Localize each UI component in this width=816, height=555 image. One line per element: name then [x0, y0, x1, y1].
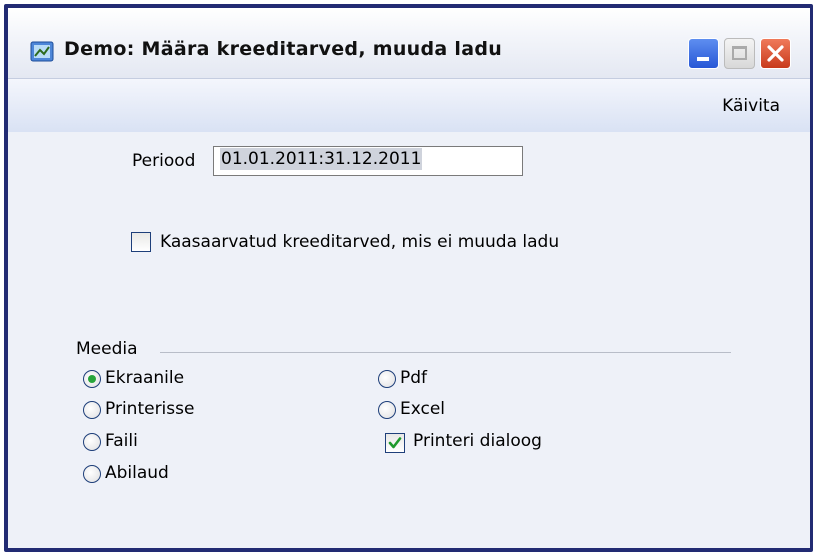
radio-printerisse-label[interactable]: Printerisse: [105, 399, 194, 419]
period-value: 01.01.2011:31.12.2011: [220, 148, 423, 170]
radio-ekraanile-label[interactable]: Ekraanile: [105, 368, 184, 388]
media-divider: [160, 352, 731, 353]
include-credit-label[interactable]: Kaasaarvatud kreeditarved, mis ei muuda …: [160, 232, 559, 252]
run-button[interactable]: Käivita: [722, 96, 780, 116]
close-button[interactable]: [760, 38, 791, 69]
radio-printerisse[interactable]: [83, 401, 101, 419]
minimize-icon: [697, 57, 709, 61]
close-icon: [767, 45, 784, 62]
period-input[interactable]: 01.01.2011:31.12.2011: [213, 146, 523, 176]
radio-abilaud[interactable]: [83, 465, 101, 483]
printer-dialog-label[interactable]: Printeri dialoog: [413, 431, 542, 451]
app-icon: [30, 41, 54, 62]
radio-pdf[interactable]: [378, 370, 396, 388]
radio-faili[interactable]: [83, 433, 101, 451]
checkmark-icon: [388, 437, 402, 449]
radio-abilaud-label[interactable]: Abilaud: [105, 463, 169, 483]
title-bar[interactable]: Demo: Määra kreeditarved, muuda ladu: [8, 8, 810, 78]
maximize-icon: [732, 46, 747, 60]
include-credit-checkbox[interactable]: [131, 232, 151, 252]
command-bar: Käivita: [8, 78, 810, 133]
window-title: Demo: Määra kreeditarved, muuda ladu: [64, 38, 503, 60]
radio-excel-label[interactable]: Excel: [400, 399, 445, 419]
form-content: Periood 01.01.2011:31.12.2011 Kaasaarvat…: [8, 132, 810, 548]
dialog-window: Demo: Määra kreeditarved, muuda ladu Käi…: [0, 0, 816, 555]
media-legend: Meedia: [76, 339, 138, 359]
printer-dialog-checkbox[interactable]: [385, 433, 405, 453]
radio-pdf-label[interactable]: Pdf: [400, 368, 427, 388]
minimize-button[interactable]: [688, 38, 719, 69]
radio-ekraanile[interactable]: [83, 370, 101, 388]
radio-excel[interactable]: [378, 401, 396, 419]
period-label: Periood: [132, 151, 196, 171]
maximize-button[interactable]: [724, 38, 755, 69]
radio-faili-label[interactable]: Faili: [105, 431, 138, 451]
